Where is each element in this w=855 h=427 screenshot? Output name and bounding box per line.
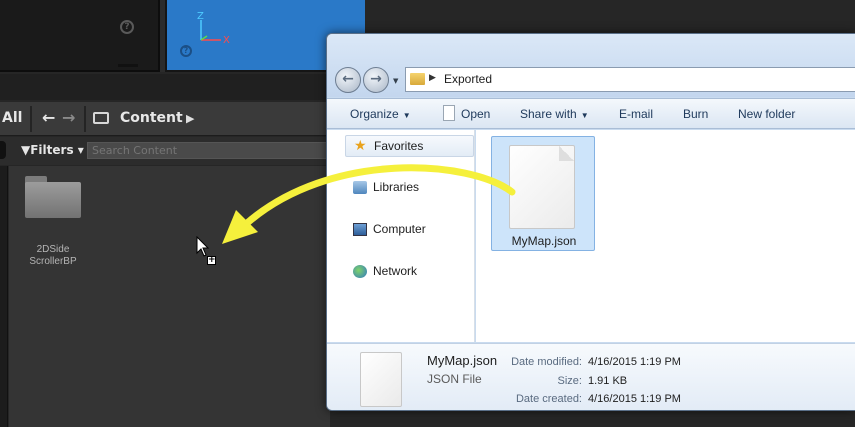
axis-z-label: Z — [197, 11, 204, 22]
nav-item-computer[interactable]: Computer — [345, 222, 426, 236]
json-file-icon — [509, 145, 575, 229]
navigation-pane: ★ Favorites Libraries Computer Network — [327, 130, 475, 342]
help-icon[interactable]: ? — [120, 20, 134, 34]
address-bar[interactable]: ▶ Exported — [405, 67, 855, 92]
nav-item-libraries[interactable]: Libraries — [345, 180, 419, 194]
file-name: MyMap.json — [511, 234, 577, 248]
filters-button[interactable]: ▼Filters ▾ — [21, 143, 84, 157]
filter-bar: ▼Filters ▾ — [0, 137, 330, 165]
copy-badge-icon: + — [207, 255, 216, 265]
ue-separator — [0, 74, 330, 100]
organize-button[interactable]: Organize ▼ — [350, 107, 411, 121]
details-file-type: JSON File — [427, 372, 482, 386]
explorer-window: ← → ▼ ▶ Exported Organize ▼ Open Share wi… — [326, 33, 855, 411]
nav-label: Network — [373, 264, 418, 278]
burn-button[interactable]: Burn — [683, 107, 708, 121]
divider — [84, 106, 86, 132]
new-folder-button[interactable]: New folder — [738, 107, 795, 121]
open-button[interactable]: Open — [461, 107, 490, 121]
address-path[interactable]: Exported — [444, 72, 492, 86]
filters-label: Filters — [30, 143, 74, 157]
search-content-input[interactable] — [87, 142, 330, 159]
folder-icon — [410, 73, 425, 85]
computer-icon — [353, 223, 367, 236]
address-bar-row: ← → ▼ ▶ Exported — [327, 34, 855, 97]
divider — [30, 106, 32, 132]
file-item-mymap-json[interactable]: MyMap.json — [491, 136, 595, 251]
ue-top-panel: ? — [0, 0, 160, 72]
recent-pages-dropdown-icon[interactable]: ▼ — [393, 77, 398, 85]
forward-arrow-icon[interactable]: → — [62, 108, 75, 127]
details-pane: MyMap.json JSON File Date modified: 4/16… — [327, 343, 855, 410]
date-modified-label: Date modified: — [511, 356, 582, 368]
command-bar: Organize ▼ Open Share with ▼ E-mail Burn N… — [327, 98, 855, 129]
sources-panel-strip — [0, 166, 8, 427]
back-button[interactable]: ← — [335, 67, 361, 93]
content-browser-navbar: All ← → Content ▶ — [0, 102, 330, 136]
back-arrow-icon[interactable]: ← — [42, 108, 55, 127]
share-with-button[interactable]: Share with ▼ — [520, 107, 589, 121]
size-label: Size: — [557, 375, 582, 387]
breadcrumb-arrow-icon[interactable]: ▶ — [186, 112, 194, 125]
all-button[interactable]: All — [2, 110, 22, 126]
document-icon — [443, 105, 455, 121]
panel-grip — [118, 64, 138, 67]
nav-label: Computer — [373, 222, 426, 236]
star-icon: ★ — [354, 137, 367, 153]
axis-x-label: X — [223, 35, 230, 46]
date-created-label: Date created: — [515, 393, 582, 405]
nav-label: Favorites — [374, 139, 424, 153]
nav-label: Libraries — [373, 180, 420, 194]
viewport-help-icon[interactable]: ? — [180, 45, 192, 57]
email-button[interactable]: E-mail — [619, 107, 653, 121]
nav-item-favorites[interactable]: ★ Favorites — [345, 135, 474, 157]
forward-button[interactable]: → — [363, 67, 389, 93]
folder-open-icon — [93, 112, 109, 124]
asset-folder-2dsidescrollerbp[interactable]: 2DSide ScrollerBP — [23, 176, 83, 268]
sources-toggle[interactable] — [0, 141, 6, 159]
dropdown-arrow-icon: ▼ — [402, 111, 411, 120]
axis-gizmo-icon — [200, 20, 221, 41]
libraries-icon — [353, 181, 367, 194]
content-browser-area[interactable]: 2DSide ScrollerBP — [9, 166, 330, 427]
date-created-value: 4/16/2015 1:19 PM — [588, 393, 681, 405]
dropdown-arrow-icon: ▼ — [580, 111, 589, 120]
size-value: 1.91 KB — [588, 375, 628, 387]
file-list-pane[interactable]: MyMap.json — [476, 130, 855, 342]
network-icon — [353, 265, 367, 278]
folder-icon — [25, 176, 81, 218]
nav-item-network[interactable]: Network — [345, 264, 417, 278]
breadcrumb-content[interactable]: Content — [120, 110, 183, 126]
asset-label: 2DSide ScrollerBP — [29, 244, 77, 267]
file-preview-icon — [360, 352, 402, 407]
breadcrumb-chevron-icon[interactable]: ▶ — [429, 73, 436, 83]
date-modified-value: 4/16/2015 1:19 PM — [588, 356, 681, 368]
